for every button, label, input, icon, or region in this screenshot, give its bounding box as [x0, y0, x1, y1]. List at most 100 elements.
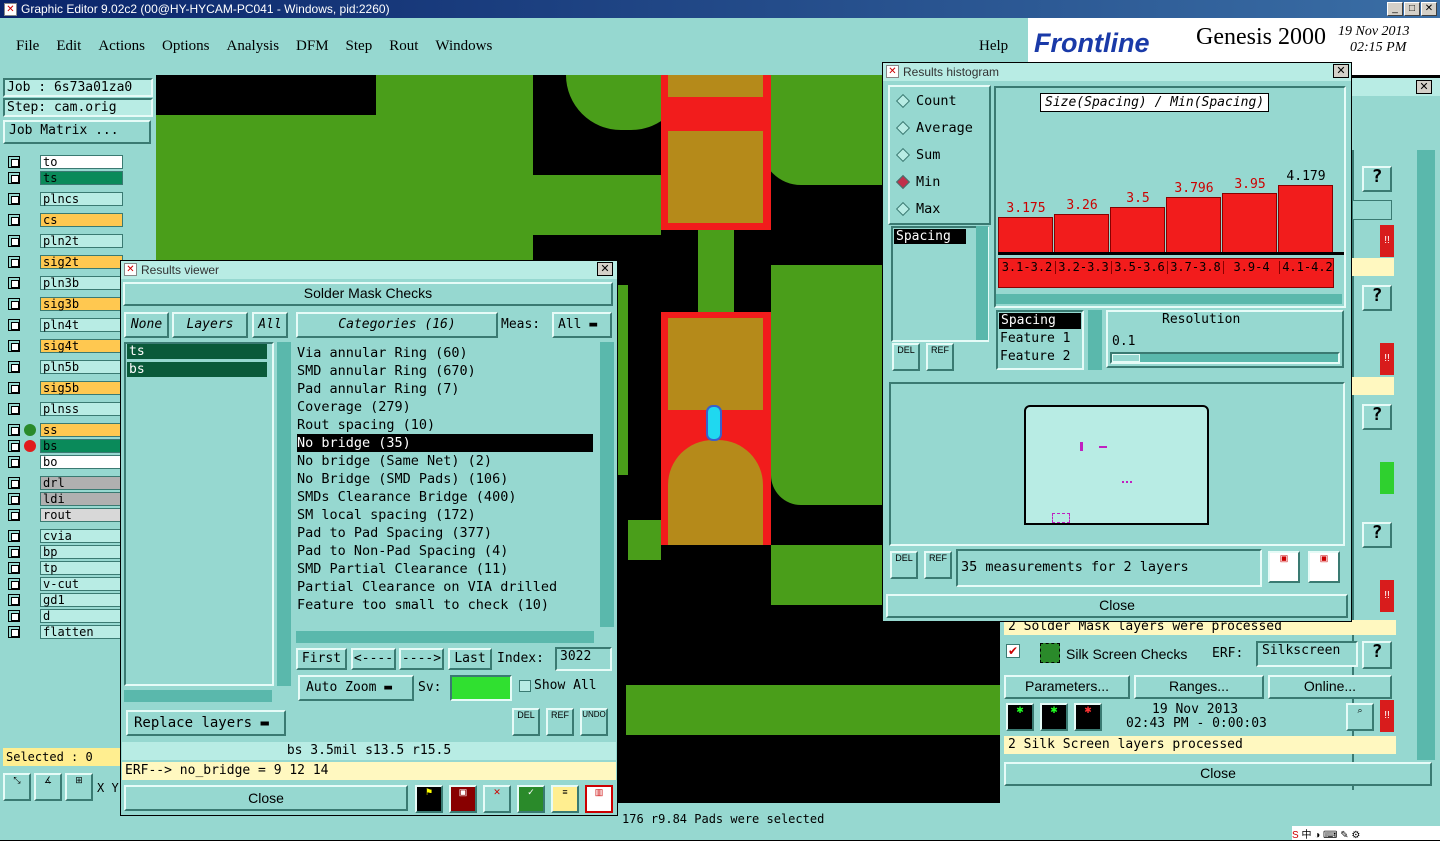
chart-hscroll[interactable] — [996, 294, 1342, 304]
del-icon-button[interactable]: DEL — [512, 708, 540, 736]
layer-row-bp[interactable]: bp — [8, 544, 123, 559]
menu-options[interactable]: Options — [162, 38, 210, 55]
layer-affected-indicator[interactable] — [24, 562, 36, 574]
layer-row-drl[interactable]: drl — [8, 475, 123, 490]
measure-tool-icon[interactable]: ∡ — [34, 773, 62, 801]
menu-actions[interactable]: Actions — [98, 38, 145, 55]
histogram-icon[interactable]: ▥ — [585, 785, 613, 813]
layer-affected-indicator[interactable] — [24, 477, 36, 489]
layer-affected-indicator[interactable] — [24, 493, 36, 505]
layer-checkbox[interactable] — [8, 297, 20, 310]
ref-icon-button[interactable]: REF — [546, 708, 574, 736]
layer-checkbox[interactable] — [8, 455, 20, 468]
attr-spacing[interactable]: Spacing — [999, 313, 1081, 329]
categories-vscroll[interactable] — [600, 342, 614, 627]
category-item[interactable]: Coverage (279) — [297, 398, 593, 416]
category-item[interactable]: Partial Clearance on VIA drilled — [297, 578, 593, 596]
hist-ref-button[interactable]: REF — [926, 343, 954, 371]
category-item[interactable]: No Bridge (SMD Pads) (106) — [297, 470, 593, 488]
parameters-button[interactable]: Parameters... — [1004, 675, 1130, 699]
include-icon[interactable]: ✓ — [517, 785, 545, 813]
layer-name[interactable]: sig5b — [40, 380, 123, 395]
category-item[interactable]: No bridge (35) — [297, 434, 593, 452]
layers-hscroll[interactable] — [124, 690, 272, 702]
zoom-tool-icon[interactable]: ⤡ — [3, 773, 31, 801]
layer-name[interactable]: d — [40, 608, 123, 623]
menu-analysis[interactable]: Analysis — [227, 38, 280, 55]
help-button-4[interactable]: ? — [1362, 522, 1392, 548]
ranges-button[interactable]: Ranges... — [1134, 675, 1264, 699]
menu-edit[interactable]: Edit — [56, 38, 81, 55]
layer-checkbox[interactable] — [8, 439, 20, 452]
layer-row-ldi[interactable]: ldi — [8, 491, 123, 506]
layer-affected-indicator[interactable] — [24, 530, 36, 542]
exclude-icon[interactable]: ✕ — [483, 785, 511, 813]
histogram-bar[interactable] — [1110, 207, 1165, 254]
notes-icon[interactable]: ≡ — [551, 785, 579, 813]
import-icon[interactable]: ▣ — [1308, 551, 1340, 583]
layers-vscroll[interactable] — [277, 342, 291, 686]
layer-row-sig2t[interactable]: sig2t — [8, 254, 123, 269]
zoom-mode-dropdown[interactable]: Auto Zoom ▬ — [298, 675, 414, 701]
attr-feature-2[interactable]: Feature 2 — [1000, 349, 1070, 364]
result-layer-1[interactable]: bs — [127, 362, 267, 377]
layer-row-ss[interactable]: ss — [8, 422, 123, 437]
layer-affected-indicator[interactable] — [24, 626, 36, 638]
layer-affected-indicator[interactable] — [24, 578, 36, 590]
layer-name[interactable]: ss — [40, 422, 123, 437]
layer-affected-indicator[interactable] — [24, 193, 36, 205]
layer-affected-indicator[interactable] — [24, 256, 36, 268]
index-input[interactable]: 3022 — [555, 647, 612, 671]
layer-checkbox[interactable] — [8, 577, 20, 590]
minimize-button[interactable]: _ — [1387, 2, 1403, 16]
category-item[interactable]: SMD Partial Clearance (11) — [297, 560, 593, 578]
last-button[interactable]: Last — [448, 648, 492, 670]
help-button-2[interactable]: ? — [1362, 285, 1392, 311]
layer-affected-indicator[interactable] — [24, 403, 36, 415]
layer-row-d[interactable]: d — [8, 608, 123, 623]
layer-name[interactable]: tp — [40, 560, 123, 575]
layer-name[interactable]: plnss — [40, 401, 123, 416]
help-button-1[interactable]: ? — [1362, 166, 1392, 192]
layer-affected-indicator[interactable] — [24, 382, 36, 394]
layer-row-cvia[interactable]: cvia — [8, 528, 123, 543]
next-button[interactable]: ----> — [399, 648, 444, 670]
menu-dfm[interactable]: DFM — [296, 38, 329, 55]
layer-row-pln5b[interactable]: pln5b — [8, 359, 123, 374]
layer-name[interactable]: bo — [40, 454, 123, 469]
layer-name[interactable]: cs — [40, 212, 123, 227]
result-layer-0[interactable]: ts — [127, 344, 267, 359]
meas-dropdown[interactable]: All ▬ — [552, 312, 612, 338]
help-button-3[interactable]: ? — [1362, 404, 1392, 430]
show-all-checkbox[interactable] — [519, 680, 531, 692]
layer-checkbox[interactable] — [8, 276, 20, 289]
prev-button[interactable]: <---- — [351, 648, 396, 670]
layer-checkbox[interactable] — [8, 155, 20, 168]
layer-checkbox[interactable] — [8, 339, 20, 352]
mode-min[interactable]: Min — [890, 168, 989, 195]
layer-name[interactable]: sig2t — [40, 254, 123, 269]
field-vscroll[interactable] — [976, 226, 988, 340]
attr-vscroll[interactable] — [1088, 310, 1102, 370]
histogram-bar[interactable] — [1054, 214, 1109, 254]
checks-close-button[interactable]: Close — [1004, 762, 1432, 786]
layer-name[interactable]: pln4t — [40, 317, 123, 332]
histogram-close-button[interactable]: Close — [886, 594, 1348, 618]
category-item[interactable]: Pad to Non-Pad Spacing (4) — [297, 542, 593, 560]
replace-layers-dropdown[interactable]: Replace layers ▬ — [126, 710, 286, 736]
layer-checkbox[interactable] — [8, 234, 20, 247]
layer-checkbox[interactable] — [8, 492, 20, 505]
layer-affected-indicator[interactable] — [24, 610, 36, 622]
layer-row-plncs[interactable]: plncs — [8, 191, 123, 206]
resolution-slider[interactable] — [1110, 352, 1340, 364]
silk-check-checkbox[interactable]: ✔ — [1006, 644, 1020, 658]
flag-icon[interactable]: ⚑ — [415, 785, 443, 813]
layer-name[interactable]: bs — [40, 438, 123, 453]
layer-checkbox[interactable] — [8, 625, 20, 638]
layer-checkbox[interactable] — [8, 545, 20, 558]
layer-row-flatten[interactable]: flatten — [8, 624, 123, 639]
layer-name[interactable]: drl — [40, 475, 123, 490]
layer-row-plnss[interactable]: plnss — [8, 401, 123, 416]
layer-row-sig4t[interactable]: sig4t — [8, 338, 123, 353]
layer-row-gd1[interactable]: gd1 — [8, 592, 123, 607]
